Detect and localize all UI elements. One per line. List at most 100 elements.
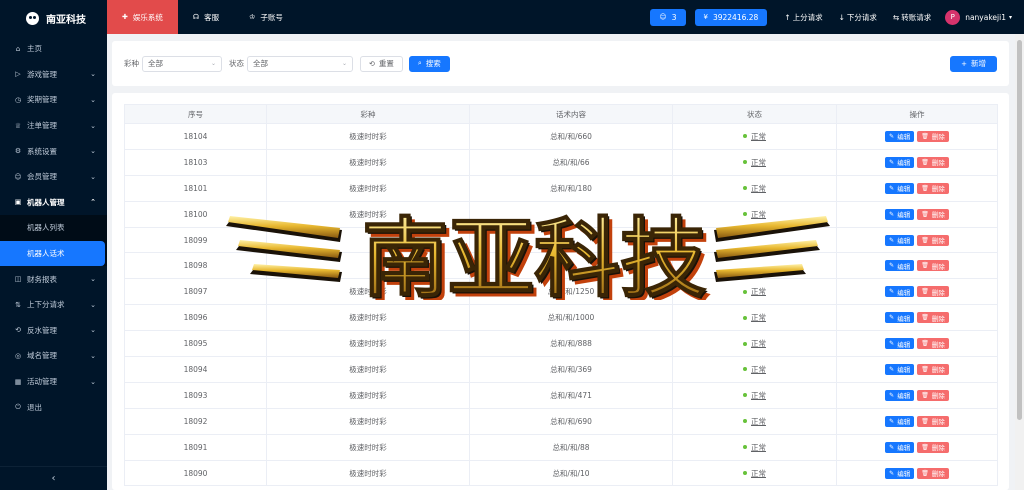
top-link[interactable]: ⇆ 转账请求 [893, 12, 931, 23]
sidebar-item[interactable]: ▷ 游戏管理 ⌄ [0, 62, 107, 88]
sidebar-subitem[interactable]: 机器人列表 [0, 215, 107, 241]
delete-button[interactable]: 🗑 删除 [917, 389, 949, 401]
sidebar-item[interactable]: ◎ 域名管理 ⌄ [0, 343, 107, 369]
delete-button[interactable]: 🗑 删除 [917, 338, 949, 350]
edit-label: 编辑 [897, 159, 911, 168]
sidebar-item[interactable]: ⚙ 系统设置 ⌄ [0, 138, 107, 164]
edit-button[interactable]: ✎ 编辑 [885, 286, 915, 298]
column-header: 彩种 [266, 104, 470, 124]
avatar[interactable]: P [945, 9, 961, 25]
username: nanyakeji1 [965, 12, 1006, 22]
row-status: 正常 [672, 149, 837, 176]
search-button[interactable]: ⌕ 搜索 [408, 55, 450, 72]
edit-button[interactable]: ✎ 编辑 [885, 415, 915, 427]
top-link[interactable]: ↓ 下分请求 [839, 12, 877, 23]
sidebar-item[interactable]: ♕ 注单管理 ⌄ [0, 113, 107, 139]
balance-button[interactable]: ¥ 3922416.28 [694, 8, 768, 26]
brand[interactable]: 南亚科技 [0, 0, 107, 36]
row-content: 总和/和/369 [469, 356, 673, 383]
user-menu[interactable]: nanyakeji1 ▾ [965, 13, 1012, 22]
status-dot-icon [743, 289, 747, 294]
delete-button[interactable]: 🗑 删除 [917, 156, 949, 168]
edit-button[interactable]: ✎ 编辑 [885, 130, 915, 142]
row-content: 总和/和/471 [469, 382, 673, 409]
edit-label: 编辑 [897, 185, 911, 194]
status-text: 正常 [751, 416, 766, 426]
user-icon: ☺ [14, 172, 22, 181]
page-scrollbar[interactable] [1015, 34, 1024, 490]
edit-button[interactable]: ✎ 编辑 [885, 441, 915, 453]
edit-button[interactable]: ✎ 编辑 [885, 208, 915, 220]
status-badge: 正常 [743, 131, 766, 142]
delete-button[interactable]: 🗑 删除 [917, 363, 949, 375]
edit-button[interactable]: ✎ 编辑 [885, 234, 915, 246]
sidebar-item[interactable]: ⏻ 退出 [0, 394, 107, 420]
sidebar-item[interactable]: ⌂ 主页 [0, 36, 107, 62]
home-icon: ⌂ [15, 44, 21, 53]
edit-button[interactable]: ✎ 编辑 [885, 156, 915, 168]
chevron-up-icon: ⌃ [90, 198, 96, 207]
delete-button[interactable]: 🗑 删除 [917, 234, 949, 246]
sidebar-item[interactable]: ◫ 财务报表 ⌄ [0, 266, 107, 292]
status-badge: 正常 [743, 390, 766, 401]
row-id: 18097 [124, 278, 267, 306]
lottery-select[interactable]: 全部 ⌄ [142, 55, 222, 72]
delete-button[interactable]: 🗑 删除 [917, 182, 949, 194]
scrollbar-thumb[interactable] [1017, 40, 1022, 420]
sidebar-item[interactable]: ⇅ 上下分请求 ⌄ [0, 292, 107, 318]
edit-button[interactable]: ✎ 编辑 [885, 182, 915, 194]
top-tab[interactable]: ☊ 客服 [178, 0, 234, 34]
delete-button[interactable]: 🗑 删除 [917, 467, 949, 479]
top-tab[interactable]: ✚ 娱乐系统 [107, 0, 178, 34]
edit-button[interactable]: ✎ 编辑 [885, 467, 915, 479]
reset-button[interactable]: ⟲ 重置 [360, 55, 403, 72]
row-content: 总和/和/888 [469, 330, 673, 358]
row-content: 总和/和/180 [469, 175, 673, 202]
row-status [672, 227, 837, 254]
top-tab[interactable]: ♔ 子账号 [234, 0, 298, 34]
status-text: 正常 [751, 209, 766, 219]
status-badge: 正常 [743, 338, 766, 349]
delete-button[interactable]: 🗑 删除 [917, 415, 949, 427]
edit-button[interactable]: ✎ 编辑 [885, 389, 915, 401]
top-link-label: 下分请求 [846, 12, 877, 22]
sidebar-item[interactable]: ▣ 机器人管理 ⌃ [0, 190, 107, 216]
row-id: 18094 [124, 356, 267, 383]
edit-button[interactable]: ✎ 编辑 [885, 260, 915, 272]
online-count-button[interactable]: ☺ 3 [650, 8, 686, 26]
row-lottery [266, 252, 470, 280]
row-lottery: 极速时时彩 [266, 304, 470, 332]
row-status: 正常 [672, 123, 837, 150]
edit-icon: ✎ [889, 288, 895, 296]
column-header: 状态 [672, 104, 837, 124]
delete-button[interactable]: 🗑 删除 [917, 208, 949, 220]
sidebar-subitem[interactable]: 机器人话术 [0, 240, 105, 267]
add-button[interactable]: + 新增 [950, 55, 997, 72]
edit-button[interactable]: ✎ 编辑 [885, 312, 915, 324]
top-tab-label: 子账号 [260, 12, 283, 22]
sidebar-item[interactable]: ◷ 奖期管理 ⌄ [0, 87, 107, 113]
report-icon: ◫ [14, 275, 22, 284]
sidebar-item[interactable]: ☺ 会员管理 ⌄ [0, 164, 107, 190]
edit-button[interactable]: ✎ 编辑 [885, 338, 915, 350]
delete-button[interactable]: 🗑 删除 [917, 260, 949, 272]
delete-button[interactable]: 🗑 删除 [917, 441, 949, 453]
lottery-select-value: 全部 [148, 59, 163, 68]
delete-button[interactable]: 🗑 删除 [917, 286, 949, 298]
top-link[interactable]: ↑ 上分请求 [784, 12, 822, 23]
row-actions: ✎ 编辑 🗑 删除 [836, 356, 998, 383]
row-id: 18098 [124, 252, 267, 280]
trash-icon: 🗑 [921, 158, 929, 166]
sidebar: 南亚科技 ⌂ 主页 ▷ 游戏管理 ⌄ ◷ 奖期管理 ⌄ ♕ 注单管理 ⌄ ⚙ 系统设置 ⌄ ☺ 会员管理 ⌄ ▣ 机… [0, 0, 107, 490]
table-row: 18103 极速时时彩 总和/和/66 正常 ✎ 编辑 🗑 删除 [124, 149, 998, 176]
status-text: 正常 [751, 390, 766, 400]
sidebar-item[interactable]: ⟲ 反水管理 ⌄ [0, 318, 107, 344]
collapse-sidebar-button[interactable]: ‹ [0, 466, 107, 490]
delete-label: 删除 [931, 340, 945, 349]
delete-button[interactable]: 🗑 删除 [917, 130, 949, 142]
status-badge: 正常 [743, 209, 766, 220]
edit-button[interactable]: ✎ 编辑 [885, 363, 915, 375]
sidebar-item[interactable]: ▦ 活动管理 ⌄ [0, 369, 107, 395]
delete-button[interactable]: 🗑 删除 [917, 312, 949, 324]
status-select[interactable]: 全部 ⌄ [247, 55, 353, 72]
